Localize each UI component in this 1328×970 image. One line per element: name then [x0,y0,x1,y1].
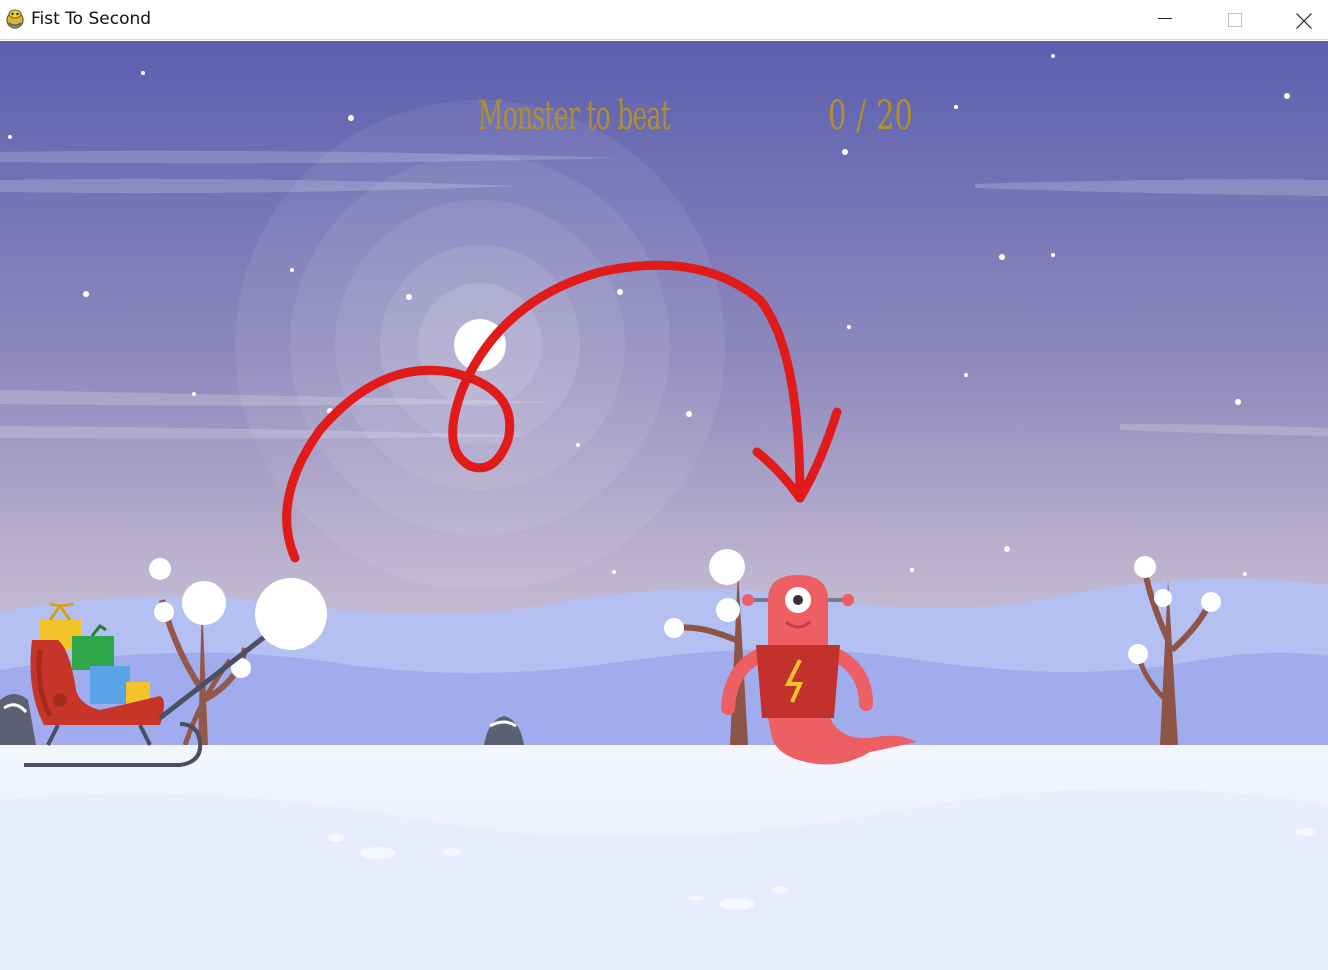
game-scene [0,41,1328,970]
moon [235,100,725,590]
minimize-button[interactable] [1130,0,1200,40]
minimize-icon [1158,18,1172,19]
maximize-button[interactable] [1200,0,1270,40]
title-bar[interactable]: Fist To Second [0,0,1328,40]
close-icon [1296,13,1312,29]
pygame-snake-icon [6,9,24,29]
maximize-icon [1228,13,1242,27]
game-canvas[interactable]: Monster to beat 0/20 [0,41,1328,970]
window-title: Fist To Second [31,9,152,29]
game-window: Fist To Second Monster to beat 0 / 20 [0,0,1328,970]
close-button[interactable] [1270,0,1328,40]
snowball [255,578,327,650]
